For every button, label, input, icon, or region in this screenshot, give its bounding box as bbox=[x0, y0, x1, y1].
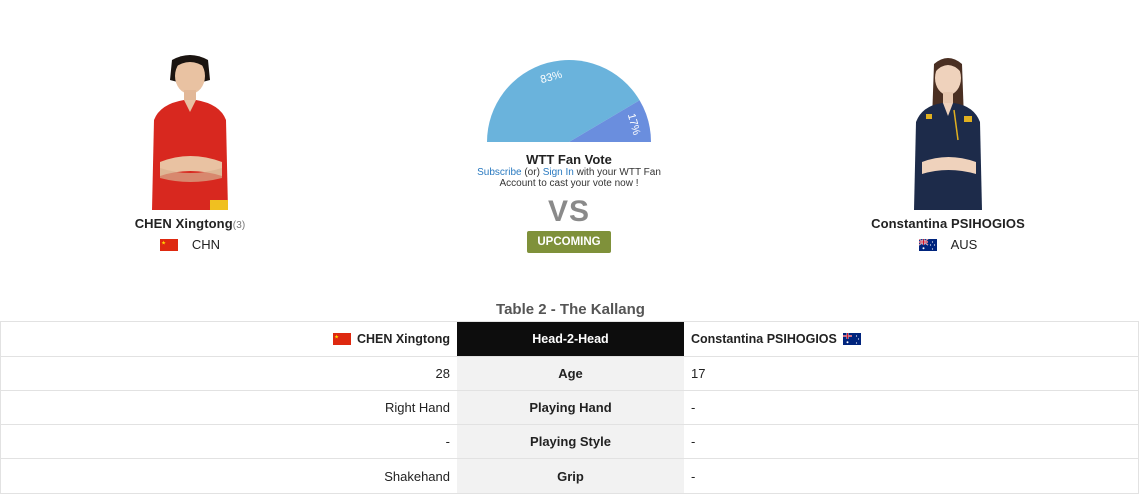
row-left-value: 28 bbox=[435, 366, 450, 381]
head-to-head-table: CHEN Xingtong Head-2-Head Constantina PS… bbox=[0, 321, 1139, 494]
player-left-seed: (3) bbox=[232, 220, 246, 231]
australia-flag-icon bbox=[918, 238, 937, 251]
row-right-value: 17 bbox=[691, 366, 706, 381]
table-row: Right Hand Playing Hand - bbox=[1, 391, 1138, 425]
china-flag-icon bbox=[332, 333, 351, 345]
status-badge: UPCOMING bbox=[527, 231, 611, 253]
row-label: Age bbox=[457, 357, 684, 390]
sign-in-link[interactable]: Sign In bbox=[543, 167, 574, 178]
player-right-country-line: AUS bbox=[828, 237, 1068, 252]
australia-flag-icon bbox=[842, 333, 861, 345]
table-header-row: CHEN Xingtong Head-2-Head Constantina PS… bbox=[1, 322, 1138, 357]
row-label: Playing Hand bbox=[457, 391, 684, 424]
fan-vote-or: (or) bbox=[521, 167, 543, 178]
table-row: 28 Age 17 bbox=[1, 357, 1138, 391]
fan-vote-title: WTT Fan Vote bbox=[526, 152, 612, 167]
player-right-photo[interactable] bbox=[898, 50, 998, 210]
player-left-country: CHN bbox=[191, 237, 221, 252]
row-left-value: - bbox=[445, 434, 450, 449]
row-right-value: - bbox=[691, 400, 696, 415]
player-left-photo[interactable] bbox=[140, 50, 240, 210]
fan-vote-text-1: with your WTT Fan bbox=[573, 167, 661, 178]
player-left-card[interactable]: CHEN Xingtong(3) CHN bbox=[70, 50, 310, 252]
subscribe-link[interactable]: Subscribe bbox=[477, 167, 521, 178]
player-right-country: AUS bbox=[950, 237, 978, 252]
fan-vote-panel: 83% 17% WTT Fan Vote Subscribe (or) Sign… bbox=[449, 52, 689, 253]
venue-label: Table 2 - The Kallang bbox=[496, 301, 645, 318]
header-left-name[interactable]: CHEN Xingtong bbox=[357, 332, 450, 346]
header-right-name[interactable]: Constantina PSIHOGIOS bbox=[691, 332, 837, 346]
player-left-name[interactable]: CHEN Xingtong bbox=[135, 216, 233, 231]
player-right-card[interactable]: Constantina PSIHOGIOS AUS bbox=[828, 50, 1068, 252]
row-left-value: Right Hand bbox=[384, 400, 450, 415]
table-row: - Playing Style - bbox=[1, 425, 1138, 459]
vs-label: VS bbox=[547, 195, 591, 228]
china-flag-icon bbox=[159, 238, 178, 251]
player-right-name[interactable]: Constantina PSIHOGIOS bbox=[828, 216, 1068, 231]
player-left-name-line[interactable]: CHEN Xingtong(3) bbox=[70, 216, 310, 231]
row-label: Playing Style bbox=[457, 425, 684, 458]
player-left-country-line: CHN bbox=[70, 237, 310, 252]
header-left-cell: CHEN Xingtong bbox=[1, 322, 457, 356]
fan-vote-message: Subscribe (or) Sign In with your WTT Fan… bbox=[449, 167, 689, 189]
header-middle-cell: Head-2-Head bbox=[457, 322, 684, 356]
fan-vote-gauge[interactable]: 83% 17% bbox=[486, 52, 652, 144]
table-row: Shakehand Grip - bbox=[1, 459, 1138, 493]
row-right-value: - bbox=[691, 468, 696, 484]
fan-vote-text-2: Account to cast your vote now ! bbox=[499, 178, 639, 189]
row-left-value: Shakehand bbox=[384, 468, 450, 484]
row-label: Grip bbox=[457, 459, 684, 493]
row-right-value: - bbox=[691, 434, 696, 449]
header-right-cell: Constantina PSIHOGIOS bbox=[684, 322, 1138, 356]
